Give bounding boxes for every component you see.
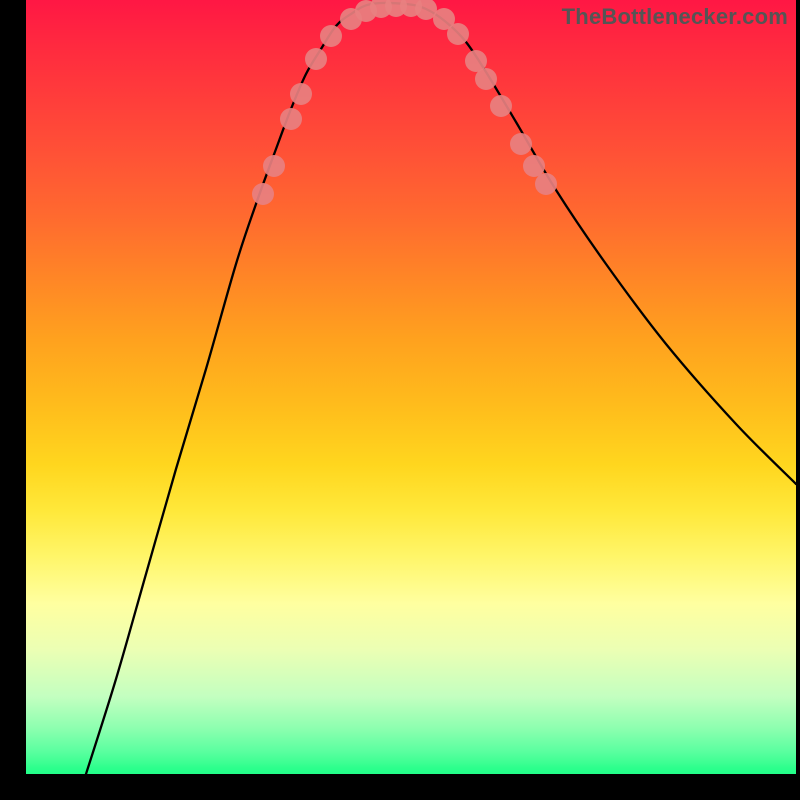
curve-group: [86, 0, 796, 774]
curve-marker: [535, 173, 557, 195]
curve-marker: [447, 23, 469, 45]
curve-marker: [510, 133, 532, 155]
curve-marker: [280, 108, 302, 130]
curve-marker: [320, 25, 342, 47]
curve-marker: [252, 183, 274, 205]
curve-marker: [490, 95, 512, 117]
curve-svg: [26, 0, 796, 774]
curve-marker: [523, 155, 545, 177]
bottleneck-curve-line: [86, 3, 796, 774]
chart-frame: TheBottlenecker.com: [0, 0, 800, 800]
curve-marker: [305, 48, 327, 70]
curve-markers: [252, 0, 557, 205]
curve-marker: [475, 68, 497, 90]
curve-marker: [263, 155, 285, 177]
curve-marker: [290, 83, 312, 105]
chart-plot-area: TheBottlenecker.com: [26, 0, 796, 774]
